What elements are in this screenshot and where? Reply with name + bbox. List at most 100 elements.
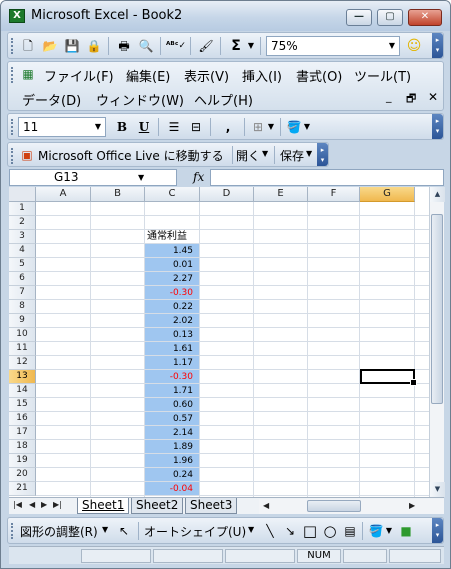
row-header-1[interactable]: 1 [9,202,36,216]
line-icon[interactable]: ╲ [260,521,280,541]
help-icon[interactable]: ☺ [404,36,424,56]
row-header-3[interactable]: 3 [9,230,36,244]
select-objects-icon[interactable]: ↖ [114,521,134,541]
chevron-down-icon[interactable]: ▼ [91,118,105,136]
3d-style-icon[interactable]: ■ [396,521,416,541]
bold-button[interactable]: B [112,117,132,137]
menu-window[interactable]: ウィンドウ(W) [96,90,184,109]
print-preview-icon[interactable]: 🔍 [136,36,156,56]
menu-format[interactable]: 書式(O) [296,66,342,85]
row-header-11[interactable]: 11 [9,342,36,356]
cell-c3[interactable]: 通常利益 [145,230,205,244]
column-header-f[interactable]: F [308,187,360,202]
row-header-10[interactable]: 10 [9,328,36,342]
save-menu-button[interactable]: 保存 [280,147,304,164]
chevron-down-icon[interactable]: ▼ [266,117,276,137]
permission-icon[interactable]: 🔒 [84,36,104,56]
cell-c11[interactable]: 1.61 [145,342,199,356]
next-sheet-icon[interactable]: ▶ [41,500,47,509]
cell-c6[interactable]: 2.27 [145,272,199,286]
cell-c5[interactable]: 0.01 [145,258,199,272]
chevron-down-icon[interactable]: ▼ [302,117,312,137]
row-header-6[interactable]: 6 [9,272,36,286]
cell-c15[interactable]: 0.60 [145,398,199,412]
first-sheet-icon[interactable]: |◀ [13,500,22,509]
row-header-8[interactable]: 8 [9,300,36,314]
toolbar-options-icon[interactable]: ▸ ▾ [317,143,328,166]
doc-close-icon[interactable]: ✕ [428,90,438,104]
column-header-d[interactable]: D [200,187,254,202]
row-header-5[interactable]: 5 [9,258,36,272]
merge-center-icon[interactable]: ⊟ [186,117,206,137]
scroll-down-icon[interactable]: ▼ [430,482,445,497]
save-icon[interactable]: 💾 [62,36,82,56]
maximize-button[interactable]: ▢ [377,9,403,26]
toolbar-options-icon[interactable]: ▸ ▾ [432,114,443,139]
spelling-icon[interactable]: ᴬᴮᶜ✓ [166,36,186,56]
fill-color-icon[interactable]: 🪣 [284,117,304,137]
cell-c8[interactable]: 0.22 [145,300,199,314]
column-header-e[interactable]: E [254,187,308,202]
autoshapes-button[interactable]: オートシェイプ(U) [144,523,246,540]
horizontal-scrollbar[interactable]: ◀ ▶ [259,499,444,514]
cell-c20[interactable]: 0.24 [145,468,199,482]
row-header-16[interactable]: 16 [9,412,36,426]
row-header-21[interactable]: 21 [9,482,36,496]
draw-adjust-button[interactable]: 図形の調整(R) [20,523,98,540]
doc-minimize-icon[interactable]: _ [386,90,392,103]
autosum-icon[interactable]: Σ [226,36,246,56]
office-live-icon[interactable]: ▣ [17,145,37,165]
row-header-9[interactable]: 9 [9,314,36,328]
fill-color-icon[interactable]: 🪣 [366,521,386,541]
workbook-icon[interactable]: ▦ [18,64,38,84]
cell-c13[interactable]: -0.30 [145,370,199,384]
new-icon[interactable]: 🗋 [18,36,38,56]
insert-function-icon[interactable]: fx [193,170,204,184]
cell-c14[interactable]: 1.71 [145,384,199,398]
text-box-icon[interactable]: ▤ [340,521,360,541]
vertical-scrollbar[interactable]: ▲ ▼ [429,187,445,497]
format-painter-icon[interactable]: 🖌 [196,36,216,56]
menu-tools[interactable]: ツール(T) [354,66,411,85]
column-header-c[interactable]: C [145,187,200,202]
menu-file[interactable]: ファイル(F) [44,66,114,85]
open-menu-button[interactable]: 開く [236,147,260,164]
go-to-office-live-button[interactable]: Microsoft Office Live に移動する [38,147,224,164]
chevron-down-icon[interactable]: ▼ [138,170,144,185]
cell-c4[interactable]: 1.45 [145,244,199,258]
select-all-corner[interactable] [9,187,36,202]
borders-icon[interactable]: ⊞ [248,117,268,137]
row-header-15[interactable]: 15 [9,398,36,412]
arrow-icon[interactable]: ↘ [280,521,300,541]
align-center-icon[interactable]: ☰ [164,117,184,137]
row-header-2[interactable]: 2 [9,216,36,230]
chevron-down-icon[interactable]: ▼ [248,525,254,534]
name-box[interactable]: G13 ▼ [9,169,177,186]
column-header-a[interactable]: A [36,187,91,202]
autosum-dropdown-icon[interactable]: ▼ [246,36,256,56]
row-header-4[interactable]: 4 [9,244,36,258]
cell-c9[interactable]: 2.02 [145,314,199,328]
toolbar-options-icon[interactable]: ▸ ▾ [432,518,443,543]
print-icon[interactable]: 🖶 [114,36,134,56]
cell-c21[interactable]: -0.04 [145,482,199,496]
vertical-scroll-thumb[interactable] [431,214,443,404]
menu-data[interactable]: データ(D) [22,90,81,109]
active-cell-g13[interactable] [360,369,417,386]
cell-c18[interactable]: 1.89 [145,440,199,454]
menu-view[interactable]: 表示(V) [184,66,229,85]
sheet-tab-2[interactable]: Sheet2 [131,498,184,514]
row-header-18[interactable]: 18 [9,440,36,454]
scroll-up-icon[interactable]: ▲ [430,187,445,202]
horizontal-scroll-thumb[interactable] [307,500,361,512]
cell-c12[interactable]: 1.17 [145,356,199,370]
chevron-down-icon[interactable]: ▼ [385,37,399,55]
row-header-17[interactable]: 17 [9,426,36,440]
sheet-tab-1[interactable]: Sheet1 [77,498,130,514]
row-header-13[interactable]: 13 [9,370,36,384]
toolbar-options-icon[interactable]: ▸ ▾ [432,33,443,58]
zoom-combo[interactable]: 75% ▼ [266,36,400,56]
cell-c10[interactable]: 0.13 [145,328,199,342]
scroll-left-icon[interactable]: ◀ [263,501,269,510]
comma-style-button[interactable]: , [218,117,238,137]
